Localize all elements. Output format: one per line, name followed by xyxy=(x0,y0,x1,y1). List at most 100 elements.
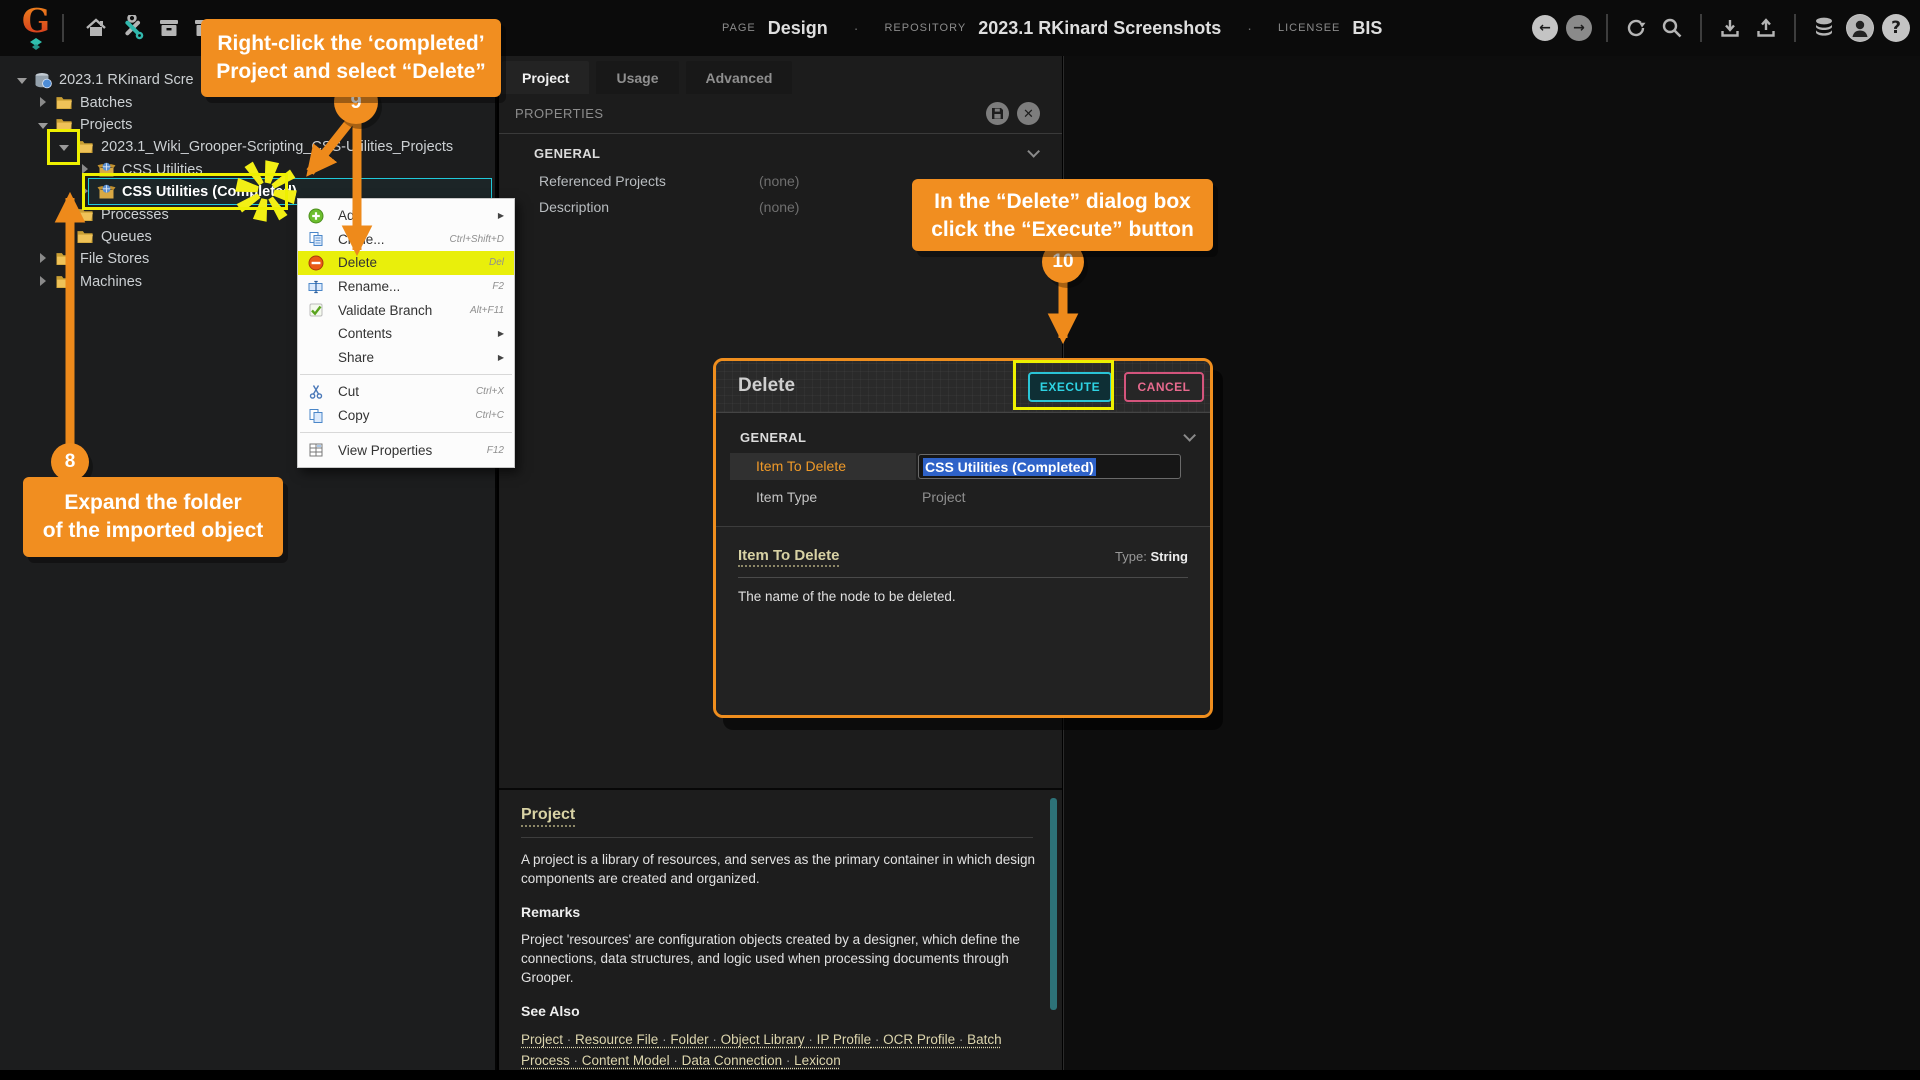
database-icon[interactable] xyxy=(1810,14,1838,42)
see-also-link[interactable]: OCR Profile xyxy=(883,1032,967,1047)
menu-shortcut: F2 xyxy=(492,281,504,292)
delete-icon xyxy=(307,254,325,272)
menu-item-label: Share xyxy=(338,350,374,365)
see-also-link[interactable]: Project xyxy=(521,1032,575,1047)
tab-usage[interactable]: Usage xyxy=(596,61,678,94)
menu-item-label: Delete xyxy=(338,255,377,270)
tree-node-label: 2023.1 RKinard Scre xyxy=(59,72,194,88)
property-name: Referenced Projects xyxy=(539,173,666,189)
menu-item-validate-branch[interactable]: Validate Branch Alt+F11 xyxy=(298,298,514,322)
menu-item-contents[interactable]: Contents ▶ xyxy=(298,322,514,346)
menu-item-label: Validate Branch xyxy=(338,303,432,318)
doc-scrollbar[interactable] xyxy=(1050,798,1057,1010)
grooper-logo-leaves xyxy=(26,38,46,50)
menu-shortcut: Del xyxy=(489,257,504,268)
forward-icon[interactable]: → xyxy=(1566,15,1592,41)
dialog-help-section: Item To Delete Type: String The name of … xyxy=(716,526,1210,718)
menu-item-label: Rename... xyxy=(338,279,400,294)
back-icon[interactable]: ← xyxy=(1532,15,1558,41)
callout-text: click the “Execute” button xyxy=(912,216,1213,244)
menu-item-rename[interactable]: Rename... F2 xyxy=(298,275,514,299)
copy-icon xyxy=(307,407,325,425)
cut-icon xyxy=(307,383,325,401)
tab-project[interactable]: Project xyxy=(502,61,589,94)
tab-bar: Project Usage Advanced xyxy=(502,61,792,94)
home-icon[interactable] xyxy=(82,14,110,42)
item-type-row: Item Type Project xyxy=(716,485,1210,511)
grooper-design-app: G PAGE Design · REPOSITORY xyxy=(0,0,1920,1080)
validate-branch-icon xyxy=(307,301,325,319)
see-also-link[interactable]: Folder xyxy=(670,1032,720,1047)
licensee-label: LICENSEE xyxy=(1278,22,1340,34)
dialog-help-type-value: String xyxy=(1150,549,1188,564)
property-value: (none) xyxy=(759,173,799,189)
item-to-delete-row: Item To Delete CSS Utilities (Completed) xyxy=(716,453,1210,480)
doc-remarks-title: Remarks xyxy=(521,904,1038,920)
callout-text: Project and select “Delete” xyxy=(201,58,501,86)
item-to-delete-input[interactable]: CSS Utilities (Completed) xyxy=(918,454,1181,479)
see-also-link[interactable]: Lexicon xyxy=(794,1053,841,1068)
dialog-help-divider xyxy=(738,577,1188,578)
menu-item-label: View Properties xyxy=(338,443,432,458)
documentation-panel: Project A project is a library of resour… xyxy=(499,788,1062,1070)
grooper-logo-letter: G xyxy=(18,2,54,40)
page-value[interactable]: Design xyxy=(768,18,828,39)
expander-icon[interactable] xyxy=(37,95,49,111)
menu-item-copy[interactable]: Copy Ctrl+C xyxy=(298,404,514,428)
repository-label: REPOSITORY xyxy=(884,22,966,34)
cancel-button[interactable]: CANCEL xyxy=(1124,372,1204,402)
blank-icon xyxy=(307,348,325,366)
chevron-down-icon[interactable] xyxy=(1027,145,1040,158)
topbar-divider xyxy=(1700,14,1702,42)
menu-item-share[interactable]: Share ▶ xyxy=(298,346,514,370)
expander-icon[interactable] xyxy=(16,72,28,88)
menu-item-clone[interactable]: Clone... Ctrl+Shift+D xyxy=(298,228,514,252)
see-also-link[interactable]: Object Library xyxy=(721,1032,817,1047)
grooper-logo[interactable]: G xyxy=(18,2,54,54)
see-also-link[interactable]: Resource File xyxy=(575,1032,670,1047)
general-section-header[interactable]: GENERAL xyxy=(499,138,1062,168)
submenu-arrow-icon: ▶ xyxy=(498,211,504,220)
tab-advanced[interactable]: Advanced xyxy=(686,61,793,94)
separator-dot: · xyxy=(1233,20,1266,36)
general-section-label: GENERAL xyxy=(740,430,806,445)
property-value: (none) xyxy=(759,199,799,215)
save-icon[interactable] xyxy=(986,102,1009,125)
chevron-down-icon[interactable] xyxy=(1183,429,1196,442)
submenu-arrow-icon: ▶ xyxy=(498,353,504,362)
import-icon[interactable] xyxy=(1716,14,1744,42)
repository-value[interactable]: 2023.1 RKinard Screenshots xyxy=(978,18,1221,39)
expander-icon[interactable] xyxy=(37,251,49,267)
refresh-icon[interactable] xyxy=(1622,14,1650,42)
item-type-label: Item Type xyxy=(756,489,817,505)
see-also-link[interactable]: IP Profile xyxy=(817,1032,884,1047)
item-to-delete-value: CSS Utilities (Completed) xyxy=(923,458,1096,476)
dialog-general-section[interactable]: GENERAL xyxy=(716,423,1210,451)
menu-item-view-properties[interactable]: View Properties F12 xyxy=(298,438,514,462)
export-icon[interactable] xyxy=(1752,14,1780,42)
menu-item-delete[interactable]: Delete Del xyxy=(298,251,514,275)
batch-box-icon[interactable] xyxy=(155,14,183,42)
expander-icon[interactable] xyxy=(37,274,49,290)
see-also-link[interactable]: Content Model xyxy=(582,1053,682,1068)
submenu-arrow-icon: ▶ xyxy=(498,329,504,338)
help-icon[interactable]: ? xyxy=(1882,14,1910,42)
expander-highlight-box xyxy=(47,129,80,165)
item-type-value: Project xyxy=(922,489,966,505)
see-also-links: ProjectResource FileFolderObject Library… xyxy=(521,1029,1035,1071)
close-icon[interactable]: ✕ xyxy=(1017,102,1040,125)
callout-step-8: Expand the folder of the imported object xyxy=(23,477,283,557)
view-properties-icon xyxy=(307,441,325,459)
licensee-value: BIS xyxy=(1352,18,1382,39)
search-icon[interactable] xyxy=(1658,14,1686,42)
delete-dialog: Delete EXECUTE CANCEL GENERAL Item To De… xyxy=(713,358,1213,718)
user-account-icon[interactable] xyxy=(1846,14,1874,42)
callout-text: In the “Delete” dialog box xyxy=(912,188,1213,216)
dialog-help-type: Type: String xyxy=(1115,549,1188,564)
menu-shortcut: Ctrl+X xyxy=(476,386,504,397)
context-breadcrumb: PAGE Design · REPOSITORY 2023.1 RKinard … xyxy=(722,0,1382,56)
see-also-link[interactable]: Data Connection xyxy=(682,1053,795,1068)
menu-item-cut[interactable]: Cut Ctrl+X xyxy=(298,380,514,404)
tools-icon[interactable] xyxy=(118,14,146,42)
menu-item-add[interactable]: Add ▶ xyxy=(298,204,514,228)
